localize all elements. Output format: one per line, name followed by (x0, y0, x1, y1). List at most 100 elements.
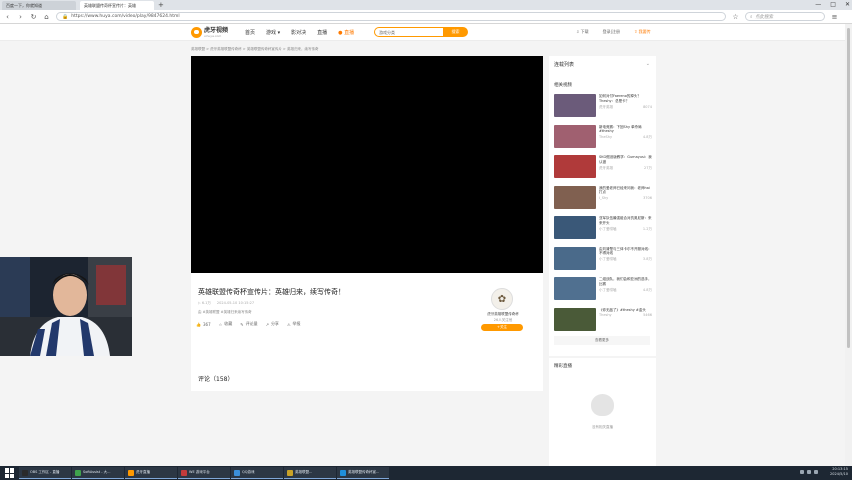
taskbar-app[interactable]: OBS 工作区 - 直播 (19, 467, 71, 479)
minimize-icon[interactable]: — (815, 0, 821, 10)
related-video-meta: i_Shy 3706 (599, 196, 652, 201)
browser-tab-active[interactable]: 英雄联盟传奇杯宣传片：英雄 (80, 1, 154, 10)
taskbar-app[interactable]: QQ游戏 (231, 467, 283, 479)
related-list: 如何对付Faereno的掉头？Theshy：总是卡？ 虎牙英雄 8074 新电竞赛：下… (554, 94, 652, 338)
related-video-title[interactable]: 新电竞赛：下回Shy 单杀局 #theshy (599, 125, 652, 135)
related-video-meta: 虎牙英雄 27万 (599, 166, 652, 171)
video-thumbnail[interactable] (554, 94, 596, 117)
login-link[interactable]: 登录|注册 (603, 29, 620, 35)
comment-icon: ✎ (240, 321, 244, 327)
related-video-item[interactable]: 由刘清楚与三体卡尔不开服对线：不得对线 小丁爱唠嗑 3.8万 (554, 246, 652, 278)
star-icon[interactable]: ☆ (732, 13, 739, 21)
uploader-name[interactable]: 虎牙英雄联盟传奇杯 (475, 312, 531, 317)
nav-games[interactable]: 游戏 ▾ (266, 29, 280, 36)
related-video-text: 亚军队伍最强组合对抗奥尼斯：来来开头 小丁爱唠嗑 1.2万 (599, 216, 652, 247)
scrollbar-thumb[interactable] (847, 28, 850, 348)
video-thumbnail[interactable] (554, 307, 596, 331)
related-video-item[interactable]: SKG假设版教学：Gumayusi：我认错 虎牙英雄 27万 (554, 155, 652, 186)
comment-button[interactable]: ✎ 评论量 (240, 321, 257, 327)
related-title: 相关视频 (554, 83, 572, 88)
nav-show[interactable]: 影对决 (291, 29, 306, 36)
huya-logo-icon (191, 27, 202, 38)
related-video-author: i_Shy (599, 196, 609, 201)
report-button[interactable]: ⚠ 举报 (287, 321, 301, 327)
home-icon[interactable]: ⌂ (43, 13, 50, 21)
related-video-item[interactable]: 亚军队伍最强组合对抗奥尼斯：来来开头 小丁爱唠嗑 1.2万 (554, 216, 652, 247)
related-video-item[interactable]: 我的爱老师已经来问我：老师hai 打点 i_Shy 3706 (554, 185, 652, 217)
related-video-meta: 虎牙英雄 8074 (599, 105, 652, 110)
live-panel-title: 精彩直播 (554, 364, 572, 369)
related-video-title[interactable]: 亚军队伍最强组合对抗奥尼斯：来来开头 (599, 216, 652, 226)
video-thumbnail[interactable] (554, 216, 596, 239)
taskbar-app-label: QQ游戏 (242, 470, 255, 474)
download-link[interactable]: ⇩ 下载 (576, 29, 589, 35)
related-video-item[interactable]: 新电竞赛：下回Shy 单杀局 #theshy TheShy 4.8万 (554, 124, 652, 156)
new-tab-icon[interactable]: + (158, 1, 166, 10)
video-thumbnail[interactable] (554, 246, 596, 270)
video-thumbnail[interactable] (554, 185, 596, 209)
volume-icon[interactable] (807, 470, 811, 474)
upload-date: 2024-05-10 10:15:27 (216, 301, 255, 305)
taskbar: OBS 工作区 - 直播 SoftAssist - 大... 虎牙直播 WE 游戏平台… (0, 466, 852, 480)
related-video-text: 由刘清楚与三体卡尔不开服对线：不得对线 小丁爱唠嗑 3.8万 (599, 247, 652, 278)
related-video-title[interactable]: 《你无敌了》#theshy #金头 (599, 308, 652, 313)
site-search-input[interactable]: 游戏分类 (374, 27, 443, 37)
close-icon[interactable]: ✕ (845, 0, 850, 10)
webcam-image (0, 257, 132, 356)
taskbar-app[interactable]: 英雄联盟... (284, 467, 336, 479)
related-video-title[interactable]: 我的爱老师已经来问我：老师hai 打点 (599, 186, 652, 196)
upload-link[interactable]: ⇧ 我要传 (634, 29, 651, 35)
download-label: 下载 (580, 29, 589, 34)
share-button[interactable]: ↗ 分享 (266, 321, 279, 327)
site-logo[interactable]: 虎牙视频 v.huya.com (191, 27, 228, 38)
taskbar-app[interactable]: 英雄联盟传奇杯宣... (337, 467, 389, 479)
maximize-icon[interactable]: □ (830, 0, 836, 10)
collect-button[interactable]: ☆ 收藏 (219, 321, 233, 327)
forward-icon[interactable]: › (17, 13, 24, 21)
related-video-title[interactable]: 如何对付Faereno的掉头？Theshy：总是卡？ (599, 94, 652, 104)
taskbar-app[interactable]: WE 游戏平台 (178, 467, 230, 479)
taskbar-app[interactable]: SoftAssist - 大... (72, 467, 124, 479)
video-info: 英雄联盟传奇杯宣传片：英雄归来，续写传奇！ ▷ 6.1万 2024-05-10 … (191, 273, 543, 391)
menu-icon[interactable]: ≡ (831, 13, 838, 21)
live-panel: 精彩直播 没有相关直播 (549, 358, 656, 476)
video-thumbnail[interactable] (554, 124, 596, 148)
related-video-item[interactable]: 二组战队，我们会和亚洲的选手，比赛 小丁爱唠嗑 4.8万 (554, 277, 652, 308)
related-video-title[interactable]: 二组战队，我们会和亚洲的选手，比赛 (599, 277, 652, 287)
back-icon[interactable]: ‹ (4, 13, 11, 21)
nav-live[interactable]: 直播 (317, 29, 327, 36)
video-tags[interactable]: 由 #英雄联盟 #英雄归来续写传奇 (198, 310, 252, 315)
more-button[interactable]: 查看更多 (554, 336, 650, 345)
taskbar-app[interactable]: 虎牙直播 (125, 467, 177, 479)
notification-icon[interactable] (814, 470, 818, 474)
reload-icon[interactable]: ↻ (30, 13, 37, 21)
video-thumbnail[interactable] (554, 155, 596, 178)
related-video-item[interactable]: 如何对付Faereno的掉头？Theshy：总是卡？ 虎牙英雄 8074 (554, 94, 652, 125)
uploader-avatar[interactable]: ✿ (491, 288, 513, 310)
related-video-item[interactable]: 《你无敌了》#theshy #金头 Theshy 5466 (554, 307, 652, 339)
browser-search-input[interactable]: ⌕ 点此搜索 (745, 12, 825, 21)
collect-label: 收藏 (224, 321, 233, 326)
chevron-down-icon[interactable]: ⌄ (646, 61, 650, 67)
network-icon[interactable] (800, 470, 804, 474)
video-thumbnail[interactable] (554, 277, 596, 300)
url-field[interactable]: 🔒 https://www.huya.com/video/play/984762… (56, 12, 726, 21)
page-scrollbar[interactable] (845, 24, 852, 466)
related-video-meta: Theshy 5466 (599, 313, 652, 318)
live-link[interactable]: ● 直播 (338, 29, 354, 36)
related-video-title[interactable]: 由刘清楚与三体卡尔不开服对线：不得对线 (599, 247, 652, 257)
app-icon (75, 469, 81, 476)
windows-start-icon[interactable] (5, 468, 15, 478)
like-button[interactable]: 👍 367 (196, 321, 211, 327)
nav-home[interactable]: 首页 (245, 29, 255, 36)
related-video-title[interactable]: SKG假设版教学：Gumayusi：我认错 (599, 155, 652, 165)
follow-button[interactable]: +关注 (481, 324, 523, 331)
report-icon: ⚠ (286, 321, 291, 327)
related-video-count: 4.8万 (642, 135, 652, 140)
clock[interactable]: 20:13:15 2024/5/10 (830, 467, 848, 477)
play-count-icon: ▷ (198, 301, 201, 305)
video-player[interactable] (191, 56, 543, 273)
related-video-count: 5466 (643, 313, 652, 318)
browser-tab[interactable]: 百度一下，你就知道 (2, 1, 76, 10)
site-search-button[interactable]: 搜索 (443, 27, 468, 37)
